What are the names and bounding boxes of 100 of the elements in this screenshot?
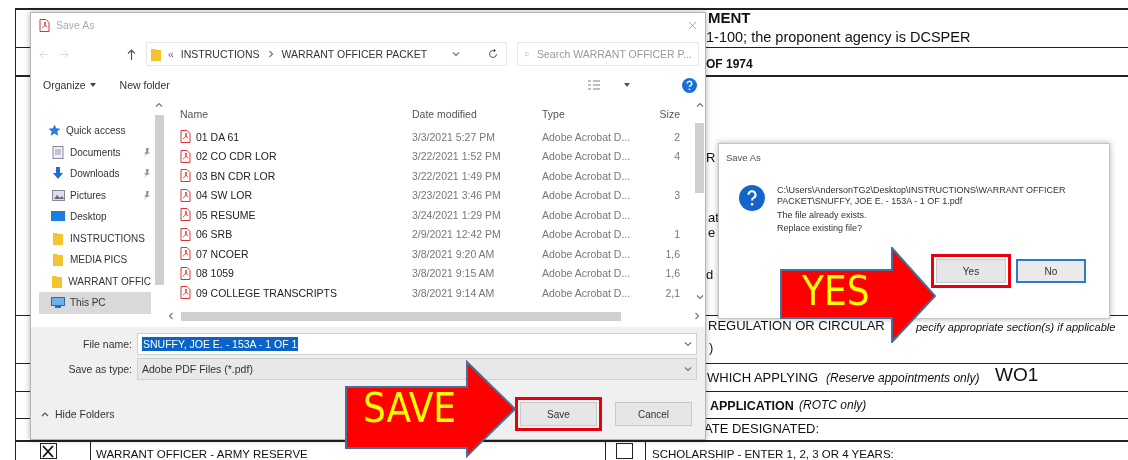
- table-cell-text: 3/8/2021 9:14 AM: [412, 286, 496, 299]
- view-list-icon[interactable]: [588, 80, 600, 90]
- form-text: R: [706, 151, 716, 166]
- dropdown-caret-icon: [452, 50, 460, 58]
- file-name[interactable]: 06 SRB: [180, 227, 412, 241]
- scroll-up-icon: [695, 101, 704, 109]
- breadcrumb-item[interactable]: WARRANT OFFICER PACKET: [281, 48, 428, 60]
- download-arrow-icon: [52, 167, 64, 181]
- column-header[interactable]: Type: [542, 108, 650, 120]
- form-text: MENT: [708, 9, 751, 27]
- nav-item[interactable]: Quick access: [39, 120, 151, 142]
- form-text: d: [706, 268, 714, 283]
- form-text: WARRANT OFFICER - ARMY RESERVE: [96, 448, 308, 460]
- pdf-file-icon: [180, 188, 191, 202]
- checkbox[interactable]: [616, 443, 633, 459]
- organize-menu[interactable]: Organize: [43, 79, 96, 91]
- column-header[interactable]: Size: [650, 108, 680, 120]
- dialog-button[interactable]: Save: [520, 402, 597, 426]
- file-name-field[interactable]: SNUFFY, JOE E. - 153A - 1 OF 1: [137, 332, 697, 355]
- pictures-icon: [51, 189, 65, 201]
- file-name[interactable]: 02 CO CDR LOR: [180, 149, 412, 163]
- folder-icon: [53, 253, 63, 267]
- question-icon: [739, 185, 765, 211]
- field-label: Save as type:: [67, 362, 133, 375]
- table-cell-text: Adobe Acrobat D...: [542, 169, 632, 182]
- file-name[interactable]: 05 RESUME: [180, 208, 412, 222]
- file-name[interactable]: 04 SW LOR: [180, 188, 412, 202]
- pdf-file-icon: [180, 169, 191, 183]
- table-cell-text: 3/24/2021 1:29 PM: [412, 208, 502, 221]
- dropdown-caret-icon: [684, 339, 692, 348]
- close-icon[interactable]: [688, 20, 697, 30]
- table-cell-text: 3/23/2021 3:46 PM: [412, 189, 502, 202]
- computer-icon: [51, 297, 65, 309]
- document-icon: [52, 145, 64, 159]
- checkbox[interactable]: [40, 443, 57, 459]
- pdf-file-icon: [180, 149, 191, 163]
- form-text: 1-100; the proponent agency is DCSPER: [706, 29, 971, 46]
- form-text: pecify appropriate section(s) if applicable: [916, 321, 1116, 334]
- table-cell-text: 3/8/2021 9:15 AM: [412, 267, 496, 280]
- dropdown-caret-icon[interactable]: [624, 83, 630, 87]
- table-cell-text: Adobe Acrobat D...: [542, 189, 632, 202]
- nav-item[interactable]: Pictures: [39, 184, 151, 206]
- scrollbar-thumb[interactable]: [154, 115, 164, 285]
- nav-item[interactable]: Documents: [39, 141, 151, 163]
- table-cell-text: 3/22/2021 1:49 PM: [412, 169, 502, 182]
- up-arrow-icon[interactable]: [127, 48, 136, 60]
- table-cell-text: 1,6: [664, 247, 680, 260]
- back-arrow-icon[interactable]: [39, 49, 49, 59]
- nav-item[interactable]: Downloads: [39, 163, 151, 185]
- refresh-icon[interactable]: [488, 49, 498, 59]
- star-icon: [47, 124, 61, 138]
- nav-item[interactable]: This PC: [39, 292, 151, 314]
- file-name[interactable]: 08 1059: [180, 266, 412, 280]
- form-text: APPLICATION: [710, 399, 794, 414]
- form-text: SCHOLARSHIP - ENTER 1, 2, 3 OR 4 YEARS:: [652, 448, 894, 460]
- scroll-up-icon: [155, 101, 163, 109]
- table-cell-text: 4: [673, 150, 680, 163]
- form-text: OF 1974: [706, 58, 753, 72]
- nav-item[interactable]: WARRANT OFFIC: [39, 270, 151, 292]
- forward-arrow-icon[interactable]: [59, 49, 69, 59]
- breadcrumb-overflow[interactable]: «: [168, 48, 174, 60]
- column-header[interactable]: Name: [180, 108, 412, 120]
- table-cell-text: 1,6: [664, 267, 680, 280]
- column-header[interactable]: Date modified: [412, 108, 542, 120]
- scrollbar-thumb[interactable]: [181, 311, 621, 321]
- pdf-file-icon: [180, 247, 191, 261]
- hide-folders-toggle[interactable]: Hide Folders: [41, 408, 115, 420]
- nav-item[interactable]: MEDIA PICS: [39, 249, 151, 271]
- table-cell-text: 2,1: [664, 286, 680, 299]
- nav-item[interactable]: Desktop: [39, 206, 151, 228]
- form-text: (ROTC only): [799, 399, 867, 413]
- help-icon[interactable]: [682, 77, 697, 93]
- message-text: Replace existing file?: [777, 223, 864, 235]
- file-type-dropdown[interactable]: Adobe PDF Files (*.pdf): [137, 357, 697, 380]
- file-name[interactable]: 09 COLLEGE TRANSCRIPTS: [180, 286, 412, 300]
- table-cell-text: 2: [673, 130, 680, 143]
- table-cell-text: 3/3/2021 5:27 PM: [412, 130, 496, 143]
- file-name[interactable]: 01 DA 61: [180, 130, 412, 144]
- pdf-file-icon: [180, 266, 191, 280]
- table-cell-text: 3/8/2021 9:20 AM: [412, 247, 496, 260]
- pdf-file-icon: [180, 208, 191, 222]
- pdf-file-icon: [180, 227, 191, 241]
- new-folder-button[interactable]: New folder: [119, 79, 170, 91]
- breadcrumb-item[interactable]: INSTRUCTIONS: [180, 48, 260, 60]
- dialog-button[interactable]: Cancel: [615, 402, 692, 426]
- dialog-button[interactable]: Yes: [936, 259, 1006, 284]
- file-name[interactable]: 03 BN CDR LOR: [180, 169, 412, 183]
- folder-icon: [53, 231, 63, 245]
- caret-icon: [41, 411, 49, 417]
- form-text: WO1: [995, 364, 1039, 386]
- pin-icon: [143, 147, 151, 157]
- file-name[interactable]: 07 NCOER: [180, 247, 412, 261]
- table-cell-text: Adobe Acrobat D...: [542, 267, 632, 280]
- message-text: The file already exists.: [777, 209, 868, 221]
- address-bar[interactable]: « INSTRUCTIONS WARRANT OFFICER PACKET: [146, 42, 507, 66]
- dialog-button[interactable]: No: [1016, 259, 1086, 284]
- window-title: Save As: [56, 19, 95, 31]
- nav-item[interactable]: INSTRUCTIONS: [39, 227, 151, 249]
- pdf-file-icon: [180, 130, 191, 144]
- scrollbar-thumb[interactable]: [695, 123, 704, 193]
